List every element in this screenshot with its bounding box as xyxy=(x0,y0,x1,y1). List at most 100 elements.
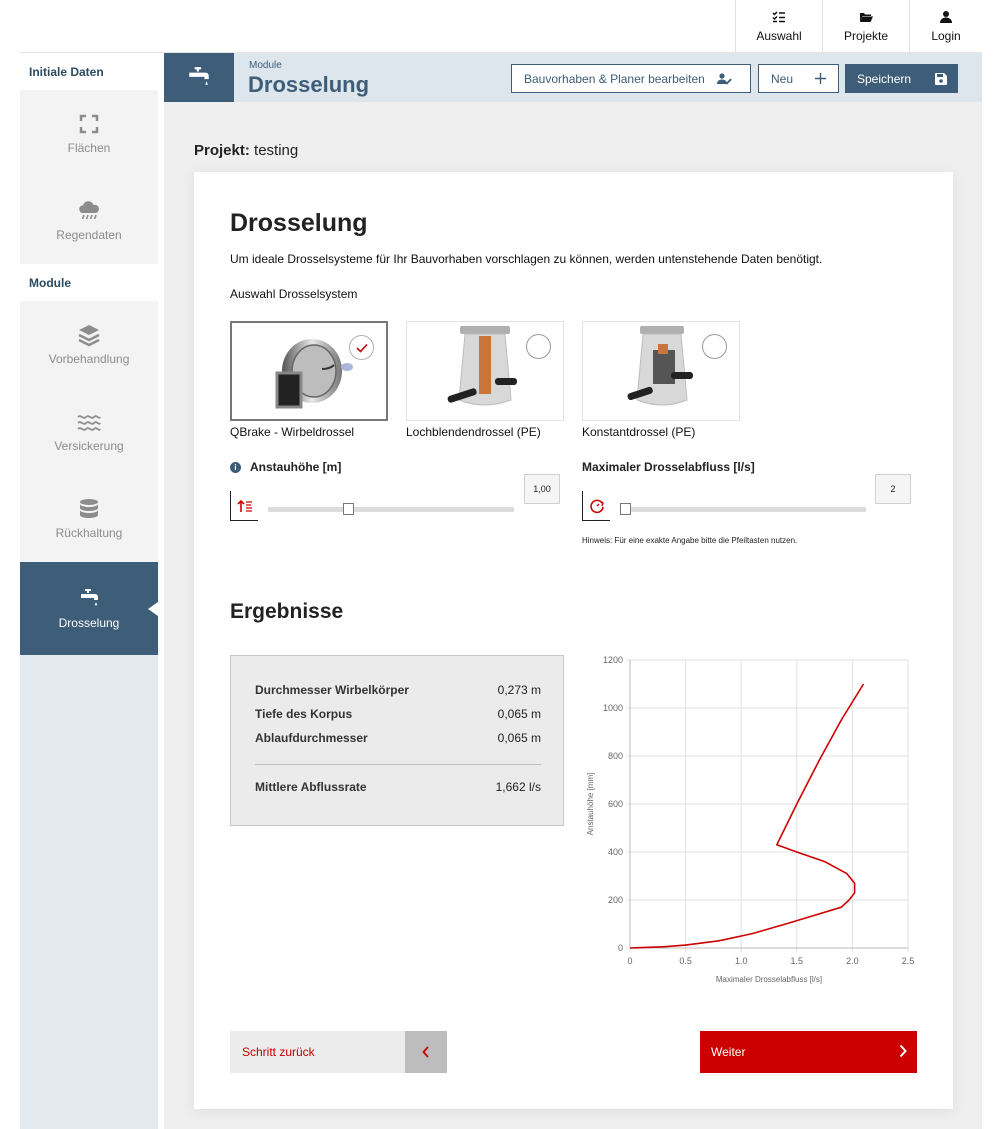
y-tick-label: 1200 xyxy=(603,655,623,665)
discharge-chart: 0 0.5 1.0 1.5 2.0 2.5 0 200 400 600 800 1000 1200 Max… xyxy=(586,655,915,984)
checklist-icon xyxy=(772,11,785,23)
next-button[interactable]: Weiter xyxy=(700,1031,917,1073)
sidebar-section-modules: Module xyxy=(20,264,158,301)
topnav-login-label: Login xyxy=(931,29,961,43)
height-slider-thumb[interactable] xyxy=(343,503,355,515)
flow-slider-track[interactable] xyxy=(620,507,866,512)
area-frame-icon xyxy=(79,114,99,134)
back-button[interactable]: Schritt zurück xyxy=(230,1031,447,1073)
sidebar-item-rueckhaltung[interactable]: Rückhaltung xyxy=(20,475,158,562)
y-tick-label: 600 xyxy=(608,799,623,809)
height-value-input[interactable]: 1,00 xyxy=(524,474,560,504)
chevron-left-icon xyxy=(405,1031,447,1073)
next-label: Weiter xyxy=(711,1045,746,1059)
option-konstantdrossel[interactable] xyxy=(582,321,740,421)
selection-label: Auswahl Drosselsystem xyxy=(230,287,358,301)
sidebar-item-label: Versickerung xyxy=(54,439,124,453)
database-icon xyxy=(80,499,98,518)
sidebar-item-vorbehandlung[interactable]: Vorbehandlung xyxy=(20,301,158,388)
y-tick-label: 400 xyxy=(608,847,623,857)
sidebar-item-label: Drosselung xyxy=(58,616,120,630)
info-icon[interactable]: i xyxy=(230,461,241,473)
save-label: Speichern xyxy=(857,71,912,86)
sidebar-item-versickerung[interactable]: Versickerung xyxy=(20,388,158,475)
x-tick-label: 0.5 xyxy=(679,956,692,966)
user-edit-icon xyxy=(716,72,732,85)
sidebar-item-drosselung[interactable]: Drosselung xyxy=(20,562,158,655)
x-tick-label: 2.5 xyxy=(902,956,915,966)
height-slider-text: Anstauhöhe [m] xyxy=(250,460,342,474)
height-slider-track[interactable] xyxy=(268,507,514,512)
option-radio[interactable] xyxy=(702,334,727,359)
flow-slider-thumb[interactable] xyxy=(620,503,631,515)
x-tick-label: 0 xyxy=(627,956,632,966)
module-header: Module Drosselung Bauvorhaben & Planer b… xyxy=(164,53,982,102)
height-slider-label: i Anstauhöhe [m] xyxy=(230,460,341,474)
results-divider xyxy=(255,764,541,765)
folder-open-icon xyxy=(860,13,873,22)
sidebar-item-label: Flächen xyxy=(67,141,111,155)
sidebar-item-regendaten[interactable]: Regendaten xyxy=(20,177,158,264)
result-value: 0,065 m xyxy=(497,707,541,721)
result-value: 0,065 m xyxy=(497,731,541,745)
topnav-projekte-label: Projekte xyxy=(843,29,889,43)
app-root: Auswahl Projekte Login Initiale Daten Fl… xyxy=(20,0,982,1129)
topnav-auswahl[interactable]: Auswahl xyxy=(735,0,822,53)
faucet-icon xyxy=(81,589,98,606)
topnav-auswahl-label: Auswahl xyxy=(756,29,802,43)
slider-hint: Hinweis: Für eine exakte Angabe bitte di… xyxy=(582,536,798,545)
result-total-row: Mittlere Abflussrate 1,662 l/s xyxy=(255,780,541,794)
rain-cloud-icon xyxy=(79,201,99,220)
project-label: Projekt: xyxy=(194,142,250,159)
flow-gauge-icon xyxy=(582,491,610,521)
project-name: testing xyxy=(254,142,299,159)
new-button[interactable]: Neu xyxy=(758,64,839,93)
top-nav: Auswahl Projekte Login xyxy=(735,0,982,53)
result-row: Durchmesser Wirbelkörper 0,273 m xyxy=(255,683,541,697)
flow-value-input[interactable]: 2 xyxy=(875,474,911,504)
project-info: Projekt: testing xyxy=(194,142,298,159)
option-radio[interactable] xyxy=(526,334,551,359)
floppy-icon xyxy=(935,72,948,85)
waves-icon xyxy=(77,415,101,431)
result-label: Durchmesser Wirbelkörper xyxy=(255,683,409,697)
layers-icon xyxy=(78,325,100,347)
option-lochblendendrossel-label: Lochblendendrossel (PE) xyxy=(406,425,541,439)
content-card: Drosselung Um ideale Drosselsysteme für … xyxy=(194,172,953,1109)
result-value: 0,273 m xyxy=(497,683,541,697)
result-row: Ablaufdurchmesser 0,065 m xyxy=(255,731,541,745)
plus-icon xyxy=(815,73,827,84)
y-axis-label: Anstauhöhe [mm] xyxy=(586,773,595,836)
option-konstantdrossel-label: Konstantdrossel (PE) xyxy=(582,425,696,439)
sidebar-item-flaechen[interactable]: Flächen xyxy=(20,90,158,177)
back-label: Schritt zurück xyxy=(242,1045,315,1059)
chevron-right-icon xyxy=(899,1044,907,1063)
series-line xyxy=(629,683,865,949)
card-title: Drosselung xyxy=(230,209,368,237)
module-subtitle: Module xyxy=(249,60,282,71)
result-label: Tiefe des Korpus xyxy=(255,707,353,721)
main-content: Projekt: testing Drosselung Um ideale Dr… xyxy=(164,102,982,1129)
topnav-login[interactable]: Login xyxy=(909,0,982,53)
x-tick-label: 1.5 xyxy=(791,956,804,966)
x-tick-label: 1.0 xyxy=(735,956,748,966)
option-lochblendendrossel[interactable] xyxy=(406,321,564,421)
sidebar-section-initial: Initiale Daten xyxy=(20,53,158,90)
topnav-projekte[interactable]: Projekte xyxy=(822,0,909,53)
option-radio[interactable] xyxy=(349,335,374,360)
sidebar: Initiale Daten Flächen Regendaten Module… xyxy=(20,53,158,1129)
y-tick-label: 0 xyxy=(618,943,623,953)
option-qbrake[interactable] xyxy=(230,321,388,421)
flow-slider-label: Maximaler Drosselabfluss [l/s] xyxy=(582,460,755,474)
y-tick-label: 200 xyxy=(608,895,623,905)
card-description: Um ideale Drosselsysteme für Ihr Bauvorh… xyxy=(230,252,823,266)
edit-project-button[interactable]: Bauvorhaben & Planer bearbeiten xyxy=(511,64,751,93)
save-button[interactable]: Speichern xyxy=(845,64,958,93)
y-tick-label: 800 xyxy=(608,751,623,761)
faucet-icon xyxy=(189,66,209,85)
x-axis-label: Maximaler Drosselabfluss [l/s] xyxy=(716,975,822,984)
result-row: Tiefe des Korpus 0,065 m xyxy=(255,707,541,721)
result-total-value: 1,662 l/s xyxy=(495,780,541,794)
new-label: Neu xyxy=(771,71,794,86)
user-icon xyxy=(940,11,952,23)
